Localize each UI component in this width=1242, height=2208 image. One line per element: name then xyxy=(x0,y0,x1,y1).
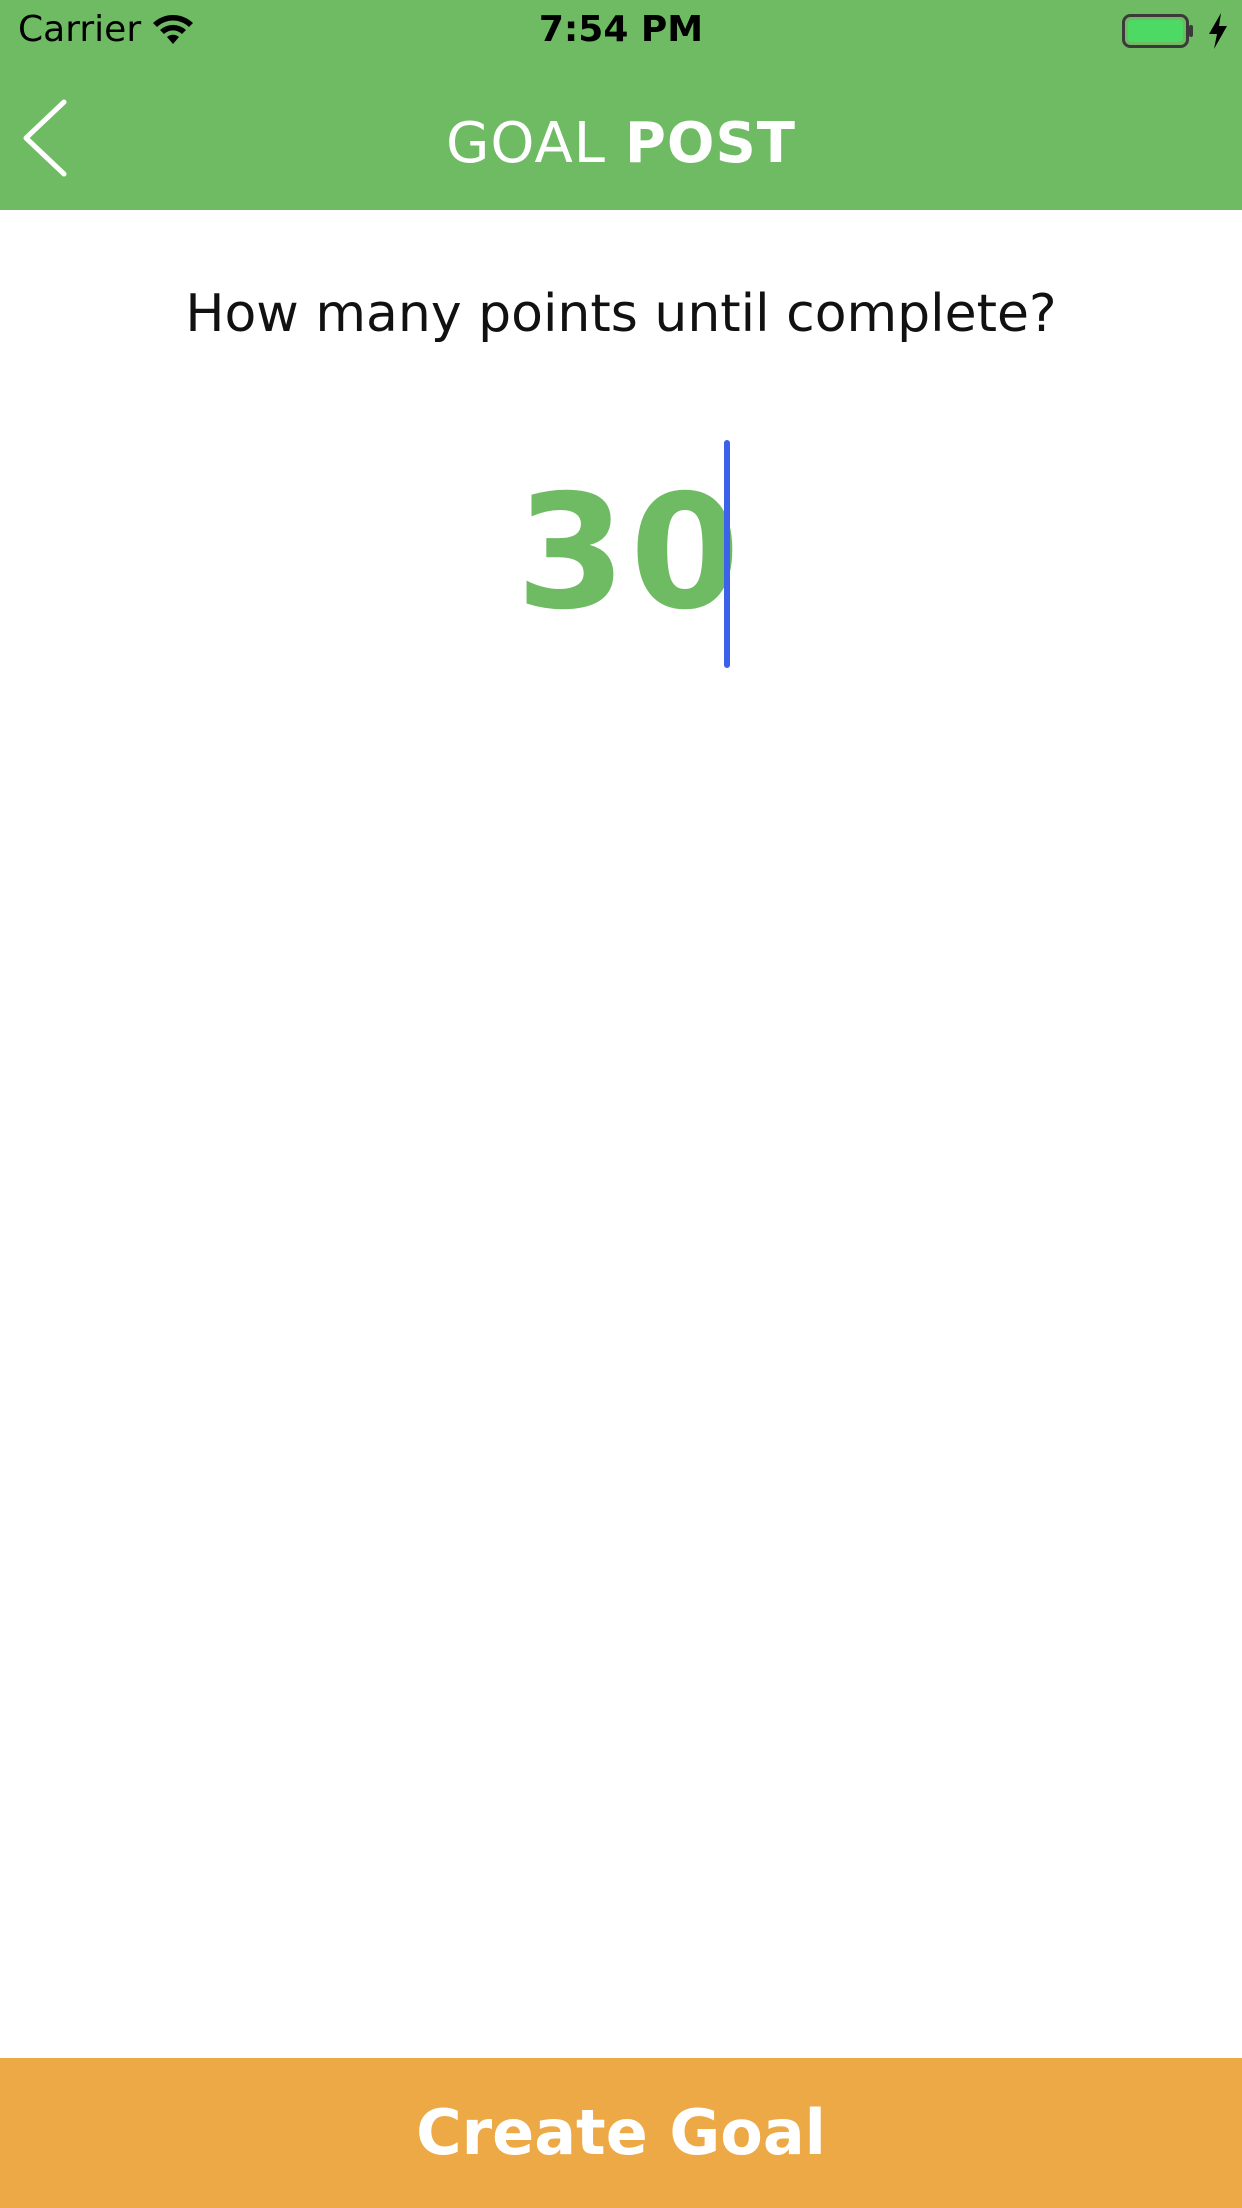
navigation-bar: GOAL POST xyxy=(0,60,1242,210)
create-goal-button[interactable]: Create Goal xyxy=(0,2058,1242,2208)
points-question: How many points until complete? xyxy=(185,284,1057,344)
charging-bolt-icon xyxy=(1209,13,1227,49)
battery-icon xyxy=(1122,14,1193,48)
points-input[interactable]: 30 xyxy=(420,438,822,670)
text-cursor xyxy=(724,440,730,668)
app-title-bold: POST xyxy=(624,111,796,176)
points-value: 30 xyxy=(516,461,744,645)
status-bar: Carrier 7:54 PM xyxy=(0,0,1242,60)
status-time: 7:54 PM xyxy=(538,9,704,50)
goal-post-screen: Carrier 7:54 PM GOAL POST How many point… xyxy=(0,0,1242,2208)
app-title: GOAL POST xyxy=(0,112,1242,176)
header: Carrier 7:54 PM GOAL POST xyxy=(0,0,1242,210)
app-title-light: GOAL xyxy=(446,111,606,176)
